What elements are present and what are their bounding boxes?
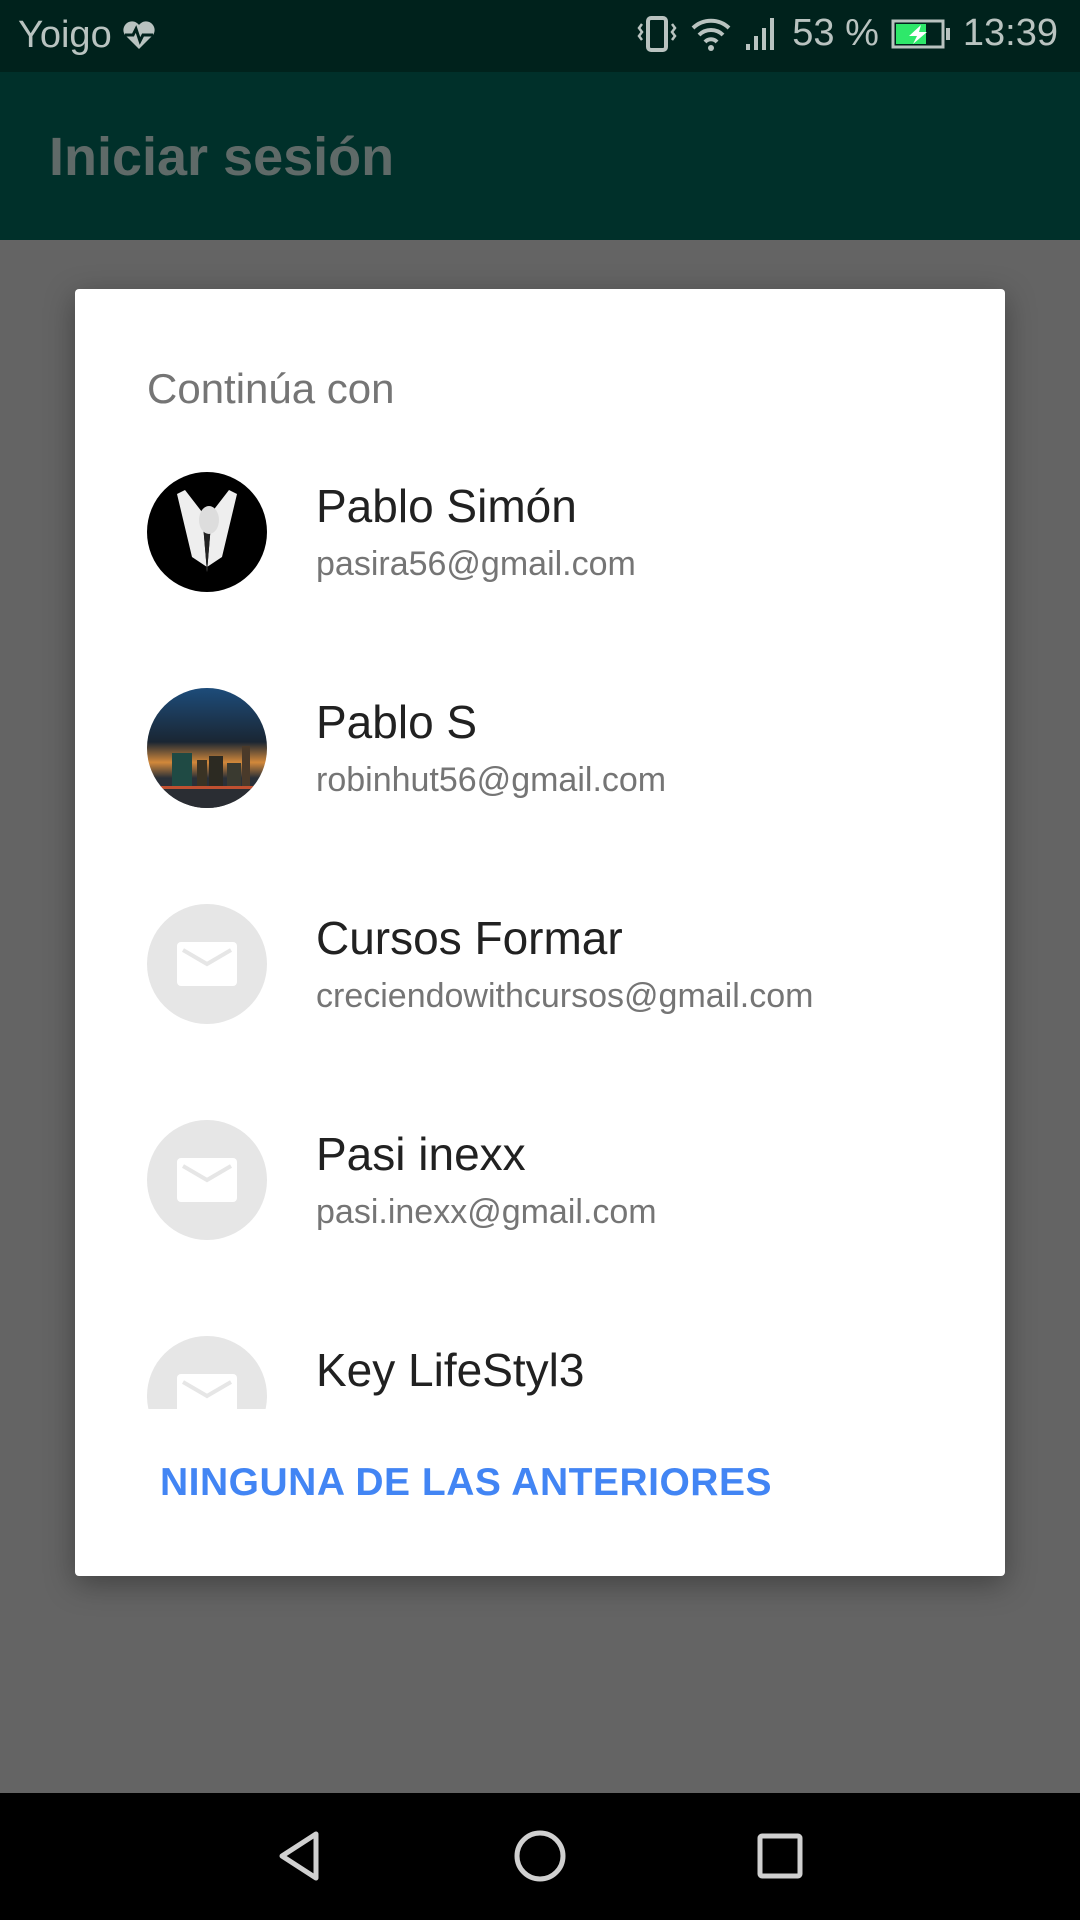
account-name: Pablo Simón [316,480,577,532]
page-title: Iniciar sesión [49,127,395,187]
recents-icon[interactable] [750,1826,810,1886]
dialog-heading: Continúa con [147,365,395,412]
account-row[interactable]: Cursos Formar creciendowithcursos@gmail.… [75,871,1005,1087]
vibrate-icon [637,15,677,52]
account-name: Pasi inexx [316,1128,526,1180]
battery-charging-icon [891,19,950,48]
mail-icon [177,1374,237,1409]
avatar [147,904,267,1024]
account-chooser-dialog: Continúa con Pablo Simón pasira56@gmail.… [75,289,1005,1576]
avatar [147,472,267,592]
carrier-label: Yoigo [18,14,156,57]
signal-icon [746,17,775,50]
account-list[interactable]: Pablo Simón pasira56@gmail.com Pablo S r… [75,439,1005,1409]
app-bar: Iniciar sesión [0,72,1080,240]
account-email: pasi.inexx@gmail.com [316,1193,657,1231]
city-skyline-photo [147,688,267,808]
account-email: robinhut56@gmail.com [316,761,667,799]
mail-icon [177,942,237,986]
account-row[interactable]: Pablo S robinhut56@gmail.com [75,655,1005,871]
status-bar: Yoigo 53 % 13:39 [0,0,1080,72]
wifi-icon [691,18,731,51]
avatar [147,688,267,808]
avatar [147,1336,267,1409]
account-name: Key LifeStyl3 [316,1344,585,1396]
heart-rate-icon [123,21,155,49]
account-name: Cursos Formar [316,912,623,964]
home-icon[interactable] [510,1826,570,1886]
suit-photo [177,490,237,572]
none-of-the-above-button[interactable]: NINGUNA DE LAS ANTERIORES [160,1461,772,1505]
clock: 13:39 [962,12,1058,54]
account-row[interactable]: Pasi inexx pasi.inexx@gmail.com [75,1087,1005,1303]
account-email: creciendowithcursos@gmail.com [316,977,814,1015]
avatar [147,1120,267,1240]
battery-percent: 53 % [792,12,879,54]
account-row[interactable]: Key LifeStyl3 [75,1303,1005,1409]
back-icon[interactable] [270,1826,330,1886]
account-row[interactable]: Pablo Simón pasira56@gmail.com [75,439,1005,655]
account-name: Pablo S [316,696,478,748]
account-email: pasira56@gmail.com [316,545,636,583]
navigation-bar [0,1793,1080,1920]
mail-icon [177,1158,237,1202]
